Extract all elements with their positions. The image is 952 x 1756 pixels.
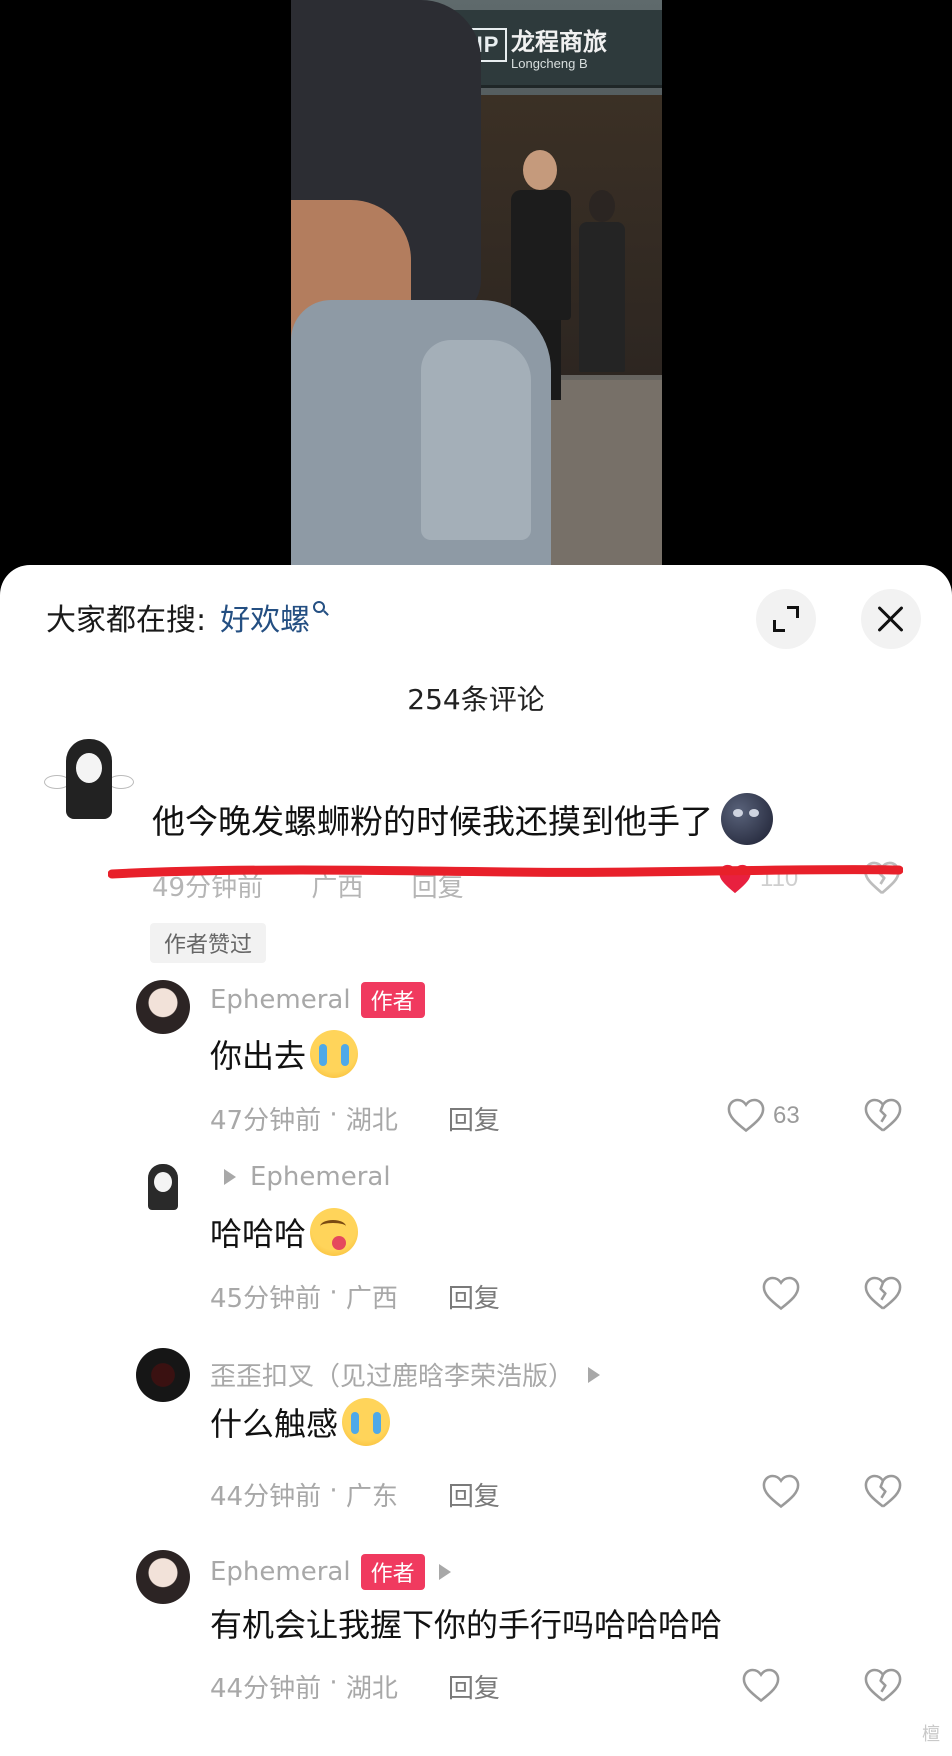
comment-time: 44分钟前 <box>210 1482 322 1512</box>
comment-sheet: 大家都在搜: 好欢螺 254条评论 他今晚发螺蛳粉的时候我还摸到他手了 49分钟… <box>0 565 952 1756</box>
reply-button[interactable]: 回复 <box>448 1476 500 1513</box>
close-icon <box>876 604 906 634</box>
search-icon[interactable] <box>313 601 326 613</box>
reply-username[interactable]: Ephemeral 作者 <box>210 982 425 1018</box>
reply-button[interactable]: 回复 <box>448 1100 500 1137</box>
broken-heart-icon <box>864 1474 902 1508</box>
avatar[interactable] <box>44 735 134 823</box>
crying-face-icon <box>310 1030 359 1078</box>
username[interactable]: 歪歪扣叉（见过鹿晗李荣浩版） <box>210 1356 574 1393</box>
heart-outline-icon <box>762 1474 800 1509</box>
username[interactable]: Ephemeral <box>210 985 351 1015</box>
hot-search-label: 大家都在搜: <box>46 603 207 638</box>
reply-text: 有机会让我握下你的手行吗哈哈哈哈 <box>210 1600 722 1646</box>
reply-meta: 44分钟前 · 湖北 回复 <box>210 1668 500 1705</box>
like-button[interactable] <box>762 1276 800 1311</box>
video-frame[interactable]: VIP 龙程商旅 Longcheng B <box>291 0 662 580</box>
video-bystander <box>579 190 625 375</box>
comment-time: 44分钟前 <box>210 1674 322 1704</box>
top-comment-text: 他今晚发螺蛳粉的时候我还摸到他手了 <box>152 793 773 845</box>
video-sign-english: Longcheng B <box>511 56 588 71</box>
reply-item: Ephemeral 作者 有机会让我握下你的手行吗哈哈哈哈 44分钟前 · 湖北… <box>0 1550 952 1730</box>
dislike-button[interactable] <box>864 1474 902 1513</box>
watermark: 檀 <box>922 1724 940 1745</box>
author-liked-badge: 作者赞过 <box>150 923 267 963</box>
comment-location: 广西 <box>345 1284 398 1314</box>
comment-text: 哈哈哈 <box>210 1215 307 1253</box>
reply-button[interactable]: 回复 <box>448 1278 500 1315</box>
comment-text: 什么触感 <box>210 1405 339 1443</box>
like-button[interactable]: 63 <box>727 1098 800 1133</box>
reply-item: 歪歪扣叉（见过鹿晗李荣浩版） 什么触感 44分钟前 · 广东 回复 <box>0 1348 952 1528</box>
dislike-button[interactable] <box>864 1098 902 1137</box>
avatar[interactable] <box>136 980 190 1034</box>
broken-heart-icon <box>864 1098 902 1132</box>
hot-search-keyword[interactable]: 好欢螺 <box>220 595 310 639</box>
comment-location: 广东 <box>345 1482 398 1512</box>
like-button[interactable] <box>762 1474 800 1509</box>
reply-username[interactable]: Ephemeral 作者 <box>210 1554 465 1590</box>
avatar[interactable] <box>136 1550 190 1604</box>
reply-meta: 45分钟前 · 广西 回复 <box>210 1278 500 1315</box>
expand-button[interactable] <box>756 589 816 649</box>
heart-outline-icon <box>762 1276 800 1311</box>
crying-face-icon <box>342 1398 391 1446</box>
like-count: 63 <box>773 1101 800 1129</box>
comment-location: 湖北 <box>345 1674 398 1704</box>
avatar[interactable] <box>136 1160 190 1214</box>
video-foreground-person <box>291 0 551 580</box>
comment-count: 254条评论 <box>407 683 545 716</box>
dislike-button[interactable] <box>864 1276 902 1315</box>
comment-time: 45分钟前 <box>210 1284 322 1314</box>
comment-text: 有机会让我握下你的手行吗哈哈哈哈 <box>210 1606 723 1644</box>
broken-heart-icon <box>864 1668 902 1702</box>
reply-to-username[interactable]: Ephemeral <box>250 1162 391 1192</box>
comment-time: 47分钟前 <box>210 1106 322 1136</box>
zany-face-icon <box>310 1208 359 1256</box>
expand-icon <box>773 606 799 632</box>
reply-text: 哈哈哈 <box>210 1208 359 1256</box>
comment-text: 你出去 <box>210 1037 307 1075</box>
reply-item: Ephemeral 作者 你出去 47分钟前 · 湖北 回复 63 <box>0 970 952 1150</box>
reply-meta: 44分钟前 · 广东 回复 <box>210 1476 500 1513</box>
reply-text: 你出去 <box>210 1030 359 1078</box>
reply-text: 什么触感 <box>210 1398 391 1446</box>
video-sign-chinese: 龙程商旅 <box>511 28 607 56</box>
author-badge: 作者 <box>360 982 425 1018</box>
new-moon-face-icon <box>721 793 773 845</box>
red-strike-mark <box>108 865 903 879</box>
username[interactable]: Ephemeral <box>210 1557 351 1587</box>
heart-outline-icon <box>727 1098 765 1133</box>
video-player[interactable]: VIP 龙程商旅 Longcheng B <box>0 0 952 580</box>
dislike-button[interactable] <box>864 1668 902 1707</box>
play-arrow-icon <box>438 1564 451 1580</box>
comment-text: 他今晚发螺蛳粉的时候我还摸到他手了 <box>152 802 713 841</box>
reply-item: Ephemeral 哈哈哈 45分钟前 · 广西 回复 <box>0 1148 952 1328</box>
author-badge: 作者 <box>360 1554 425 1590</box>
heart-outline-icon <box>742 1668 780 1703</box>
avatar[interactable] <box>136 1348 190 1402</box>
reply-to-arrow-icon <box>224 1169 236 1185</box>
like-button[interactable] <box>742 1668 780 1703</box>
close-button[interactable] <box>861 589 921 649</box>
comment-location: 湖北 <box>345 1106 398 1136</box>
broken-heart-icon <box>864 1276 902 1310</box>
reply-username[interactable]: 歪歪扣叉（见过鹿晗李荣浩版） <box>210 1356 614 1393</box>
reply-button[interactable]: 回复 <box>448 1668 500 1705</box>
hot-search-bar[interactable]: 大家都在搜: 好欢螺 <box>46 595 326 639</box>
play-arrow-icon <box>588 1366 601 1383</box>
reply-username[interactable]: Ephemeral <box>210 1162 391 1192</box>
reply-meta: 47分钟前 · 湖北 回复 <box>210 1100 500 1137</box>
